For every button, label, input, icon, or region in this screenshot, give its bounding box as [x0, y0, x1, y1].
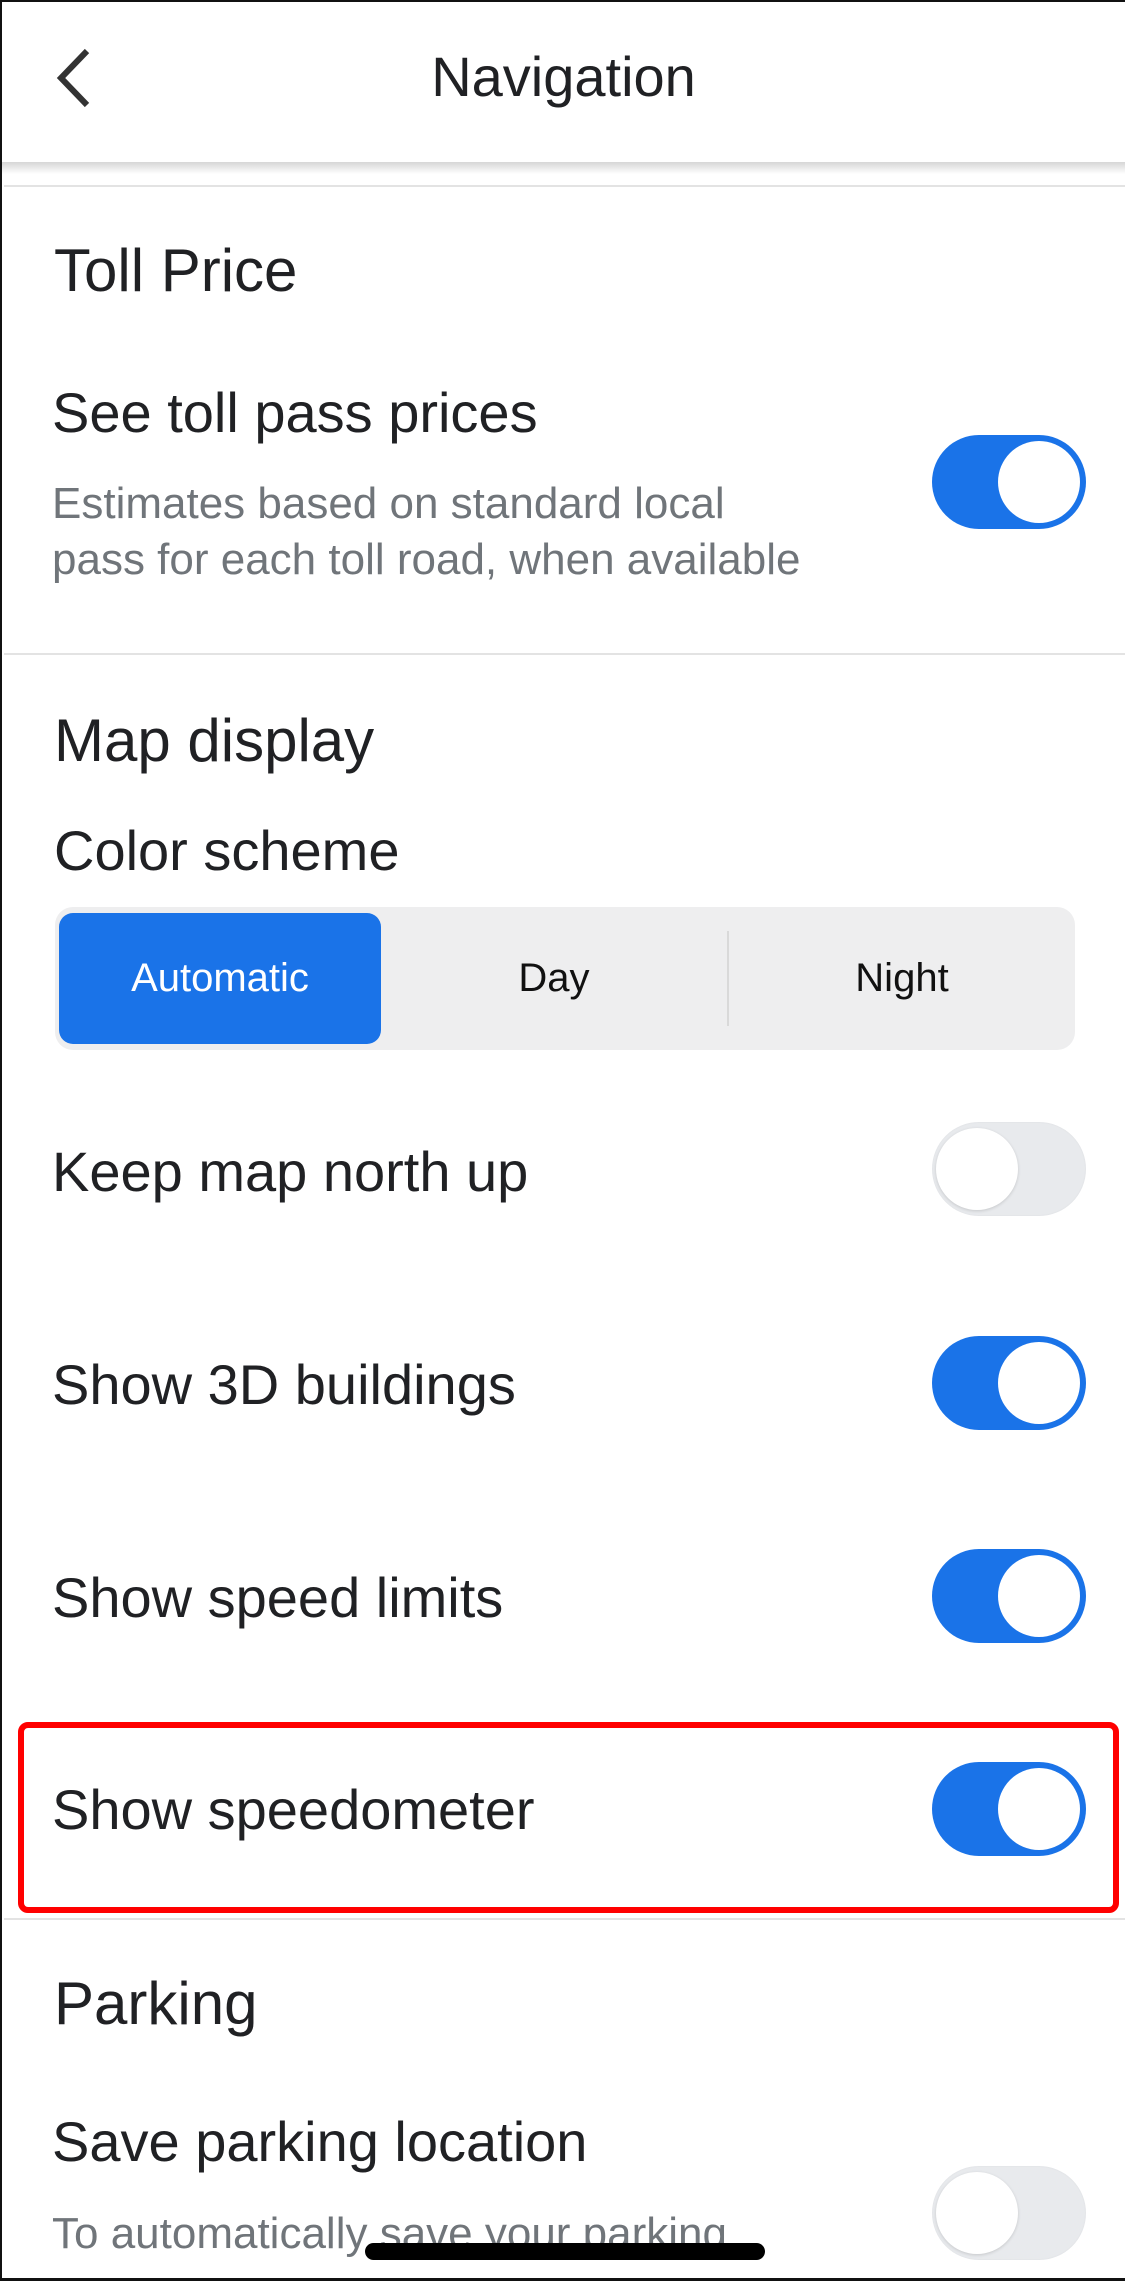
- toggle-knob: [936, 1128, 1018, 1210]
- save-parking-location-label: Save parking location: [52, 2110, 588, 2173]
- save-parking-location-toggle[interactable]: [932, 2166, 1086, 2260]
- header-shadow: [2, 162, 1125, 174]
- section-divider: [4, 1918, 1125, 1920]
- see-toll-pass-prices-label: See toll pass prices: [52, 381, 538, 444]
- page-title: Navigation: [431, 45, 696, 108]
- see-toll-pass-prices-toggle[interactable]: [932, 435, 1086, 529]
- section-title-parking: Parking: [54, 1970, 258, 2037]
- color-scheme-option-automatic[interactable]: Automatic: [59, 913, 381, 1044]
- screen-border-left: [0, 0, 2, 2281]
- see-toll-pass-prices-description: Estimates based on standard local pass f…: [52, 476, 912, 588]
- show-speed-limits-label: Show speed limits: [52, 1566, 504, 1629]
- section-divider: [4, 653, 1125, 655]
- home-indicator[interactable]: [365, 2243, 765, 2260]
- section-divider: [4, 185, 1125, 187]
- keep-map-north-up-label: Keep map north up: [52, 1140, 529, 1203]
- color-scheme-segmented-control: Automatic Day Night: [55, 907, 1075, 1050]
- show-3d-buildings-toggle[interactable]: [932, 1336, 1086, 1430]
- show-3d-buildings-label: Show 3D buildings: [52, 1353, 516, 1416]
- show-speed-limits-toggle[interactable]: [932, 1549, 1086, 1643]
- color-scheme-option-day[interactable]: Day: [381, 907, 727, 1050]
- description-line: pass for each toll road, when available: [52, 535, 801, 584]
- keep-map-north-up-toggle[interactable]: [932, 1122, 1086, 1216]
- toggle-knob: [998, 441, 1080, 523]
- section-title-map-display: Map display: [54, 707, 375, 774]
- section-title-toll-price: Toll Price: [54, 237, 298, 304]
- color-scheme-option-night[interactable]: Night: [729, 907, 1075, 1050]
- color-scheme-label: Color scheme: [54, 819, 400, 882]
- description-line: Estimates based on standard local: [52, 479, 725, 528]
- top-app-bar: Navigation: [2, 2, 1125, 162]
- toggle-knob: [998, 1342, 1080, 1424]
- toggle-knob: [998, 1555, 1080, 1637]
- toggle-knob: [936, 2172, 1018, 2254]
- highlight-annotation-box: [18, 1722, 1119, 1913]
